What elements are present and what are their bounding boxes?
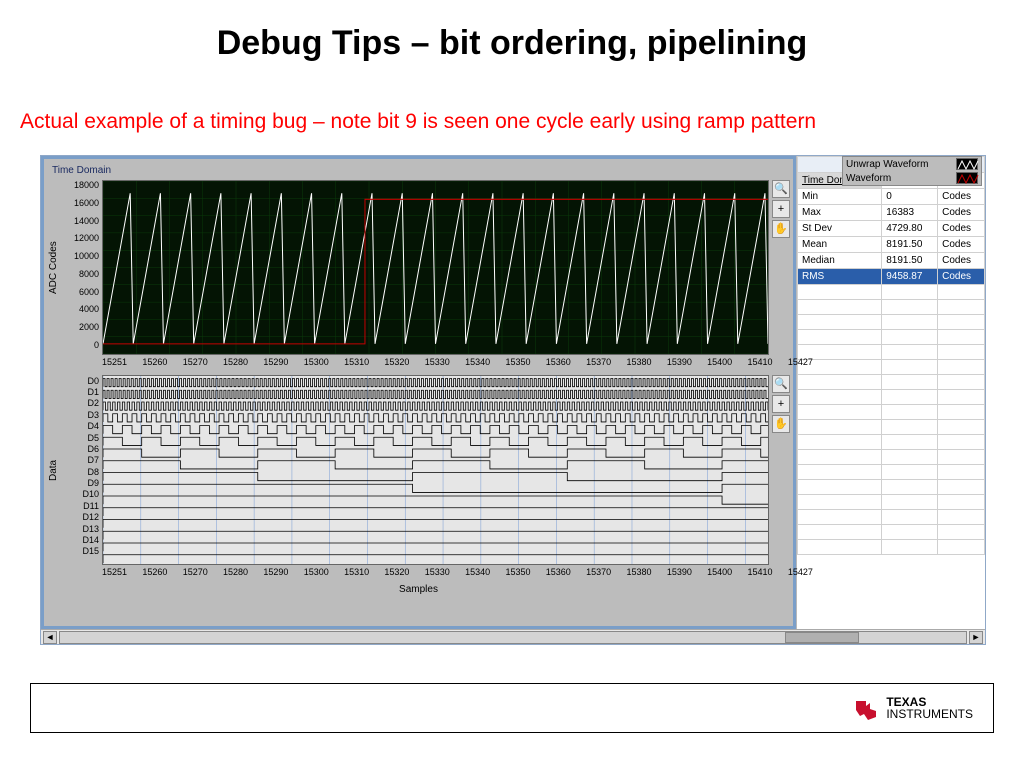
waveform-window: Unwrap Waveform Waveform Time Domain ADC… — [40, 155, 986, 645]
zoom-icon[interactable]: 🔍 — [772, 375, 790, 393]
table-row[interactable]: Min0Codes — [798, 189, 985, 205]
slide-title: Debug Tips – bit ordering, pipelining — [0, 24, 1024, 63]
pan-icon[interactable]: ✋ — [772, 415, 790, 433]
legend: Unwrap Waveform Waveform — [842, 156, 982, 186]
table-row[interactable]: Median8191.50Codes — [798, 253, 985, 269]
plot-pane: Unwrap Waveform Waveform Time Domain ADC… — [41, 156, 796, 629]
data-axis-label: Data — [48, 375, 62, 565]
table-row[interactable]: St Dev4729.80Codes — [798, 221, 985, 237]
horizontal-scrollbar[interactable]: ◄ ► — [41, 629, 985, 644]
scroll-right-icon[interactable]: ► — [969, 631, 983, 644]
x-ticks-top: 1525115260152701528015290153001531015320… — [48, 355, 789, 373]
plus-icon[interactable]: + — [772, 395, 790, 413]
zoom-icon[interactable]: 🔍 — [772, 180, 790, 198]
scroll-left-icon[interactable]: ◄ — [43, 631, 57, 644]
swatch-white-icon — [956, 158, 978, 170]
stats-table: Value Unit Time DomainMin0CodesMax16383C… — [797, 156, 985, 555]
table-row[interactable]: Mean8191.50Codes — [798, 237, 985, 253]
plus-icon[interactable]: + — [772, 200, 790, 218]
x-axis-label: Samples — [48, 584, 789, 595]
y-ticks: 1800016000140001200010000800060004000200… — [62, 180, 102, 350]
y-axis-label: ADC Codes — [48, 180, 62, 355]
slide-caption: Actual example of a timing bug – note bi… — [20, 110, 1004, 134]
footer-bar: TEXAS INSTRUMENTS — [30, 683, 994, 733]
scroll-thumb[interactable] — [59, 631, 967, 644]
ti-logo-text: TEXAS INSTRUMENTS — [886, 696, 973, 720]
table-row[interactable]: Max16383Codes — [798, 205, 985, 221]
table-row[interactable]: RMS9458.87Codes — [798, 269, 985, 285]
bit-names: D0D1D2D3D4D5D6D7D8D9D10D11D12D13D14D15 — [62, 375, 102, 557]
plot-wrap: Time Domain ADC Codes 180001600014000120… — [44, 159, 793, 626]
ti-logo-icon — [854, 695, 880, 721]
stats-pane: Value Unit Time DomainMin0CodesMax16383C… — [796, 156, 985, 629]
swatch-red-icon — [956, 172, 978, 184]
legend-label: Waveform — [846, 173, 891, 184]
pan-icon[interactable]: ✋ — [772, 220, 790, 238]
waveform-plot[interactable] — [102, 180, 769, 355]
x-ticks-bottom: 1525115260152701528015290153001531015320… — [48, 565, 789, 583]
digital-plot[interactable] — [102, 375, 769, 565]
legend-row-waveform[interactable]: Waveform — [843, 171, 981, 185]
legend-label: Unwrap Waveform — [846, 159, 928, 170]
time-domain-label: Time Domain — [52, 165, 789, 176]
legend-row-unwrap[interactable]: Unwrap Waveform — [843, 157, 981, 171]
